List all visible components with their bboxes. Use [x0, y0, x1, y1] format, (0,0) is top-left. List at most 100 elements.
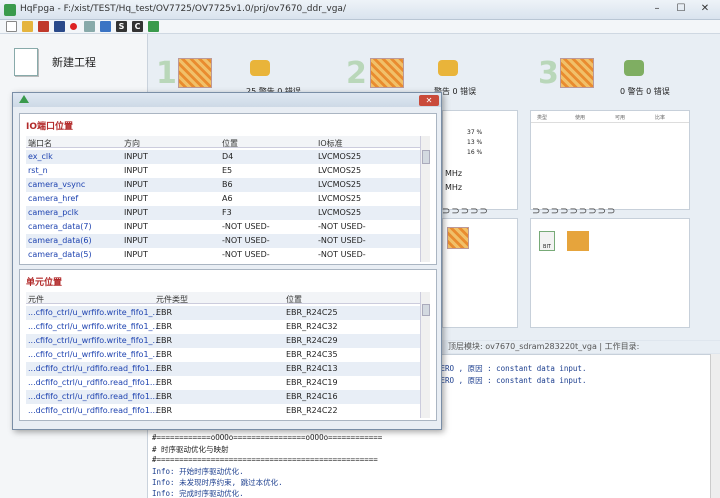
- timing-icon[interactable]: [447, 227, 469, 249]
- app-icon: [4, 4, 16, 16]
- table-cell: INPUT: [124, 166, 148, 175]
- io-section: IO端口位置 端口名 方向 位置 IO标准 ex_clk INPUT D4 LVCMO…: [19, 113, 437, 265]
- table-row[interactable]: ...dcfifo_ctrl/u_rdfifo.read_fifo1... EBR…: [26, 376, 420, 390]
- message-icon: [250, 60, 270, 76]
- table-row[interactable]: ...cfifo_ctrl/u_wrfifo.write_fifo1_... EB…: [26, 320, 420, 334]
- table-cell: E5: [222, 166, 233, 175]
- save-icon[interactable]: [100, 21, 111, 32]
- cell-table-header: 元件 元件类型 位置: [26, 292, 420, 304]
- table-row[interactable]: ...cfifo_ctrl/u_wrfifo.write_fifo1_... EB…: [26, 348, 420, 362]
- table-cell: EBR_R24C29: [286, 336, 338, 345]
- close-button[interactable]: ✕: [694, 2, 716, 16]
- step-3-stats: 0 警告 0 错误: [620, 87, 670, 96]
- table-cell: INPUT: [124, 250, 148, 259]
- s-icon[interactable]: S: [116, 21, 127, 32]
- table-cell: LVCMOS25: [318, 166, 362, 175]
- utilization-card: 类型 使用 可用 比率: [530, 110, 690, 210]
- table-cell: ...cfifo_ctrl/u_wrfifo.write_fifo1_...: [28, 322, 161, 331]
- table-cell: ...cfifo_ctrl/u_wrfifo.write_fifo1_...: [28, 336, 161, 345]
- cell-section-title: 单元位置: [26, 278, 63, 288]
- timing-card: [442, 218, 518, 328]
- flag-red-icon[interactable]: [38, 21, 49, 32]
- window-titlebar: HqFpga - F:/xist/TEST/Hq_test/OV7725/OV7…: [0, 0, 720, 20]
- table-row[interactable]: ...cfifo_ctrl/u_wrfifo.write_fifo1_... EB…: [26, 334, 420, 348]
- info-bar: 顶层模块: ov7670_sdram283220t_vga | 工作目录:: [448, 341, 720, 353]
- table-cell: -NOT USED-: [222, 250, 270, 259]
- table-cell: EBR_R24C19: [286, 378, 338, 387]
- table-cell: camera_data(7): [28, 222, 92, 231]
- table-row[interactable]: camera_data(7) INPUT -NOT USED- -NOT USED-: [26, 220, 420, 234]
- table-cell: camera_data(5): [28, 250, 92, 259]
- table-cell: EBR_R24C13: [286, 364, 338, 373]
- table-row[interactable]: ...dcfifo_ctrl/u_rdfifo.read_fifo1... EBR…: [26, 390, 420, 404]
- table-row[interactable]: ...dcfifo_ctrl/u_rdfifo.read_fifo1... EBR…: [26, 362, 420, 376]
- table-cell: EBR: [156, 308, 173, 317]
- new-file-icon[interactable]: [6, 21, 17, 32]
- new-project-label[interactable]: 新建工程: [52, 54, 96, 70]
- cell-scrollbar[interactable]: [420, 292, 430, 418]
- table-row[interactable]: ex_clk INPUT D4 LVCMOS25: [26, 150, 420, 164]
- minimize-button[interactable]: –: [646, 2, 668, 16]
- table-cell: EBR_R24C16: [286, 392, 338, 401]
- table-cell: -NOT USED-: [222, 236, 270, 245]
- table-cell: -NOT USED-: [318, 222, 366, 231]
- table-cell: -NOT USED-: [222, 222, 270, 231]
- table-cell: EBR_R24C35: [286, 350, 338, 359]
- table-cell: INPUT: [124, 180, 148, 189]
- table-cell: camera_href: [28, 194, 79, 203]
- tool-icon[interactable]: [84, 21, 95, 32]
- download-icon[interactable]: [567, 231, 589, 251]
- table-row[interactable]: camera_href INPUT A6 LVCMOS25: [26, 192, 420, 206]
- c-icon[interactable]: C: [132, 21, 143, 32]
- io-table-header: 端口名 方向 位置 IO标准: [26, 136, 420, 148]
- table-cell: ...dcfifo_ctrl/u_rdfifo.read_fifo1...: [28, 364, 158, 373]
- message-icon: [438, 60, 458, 76]
- table-cell: LVCMOS25: [318, 152, 362, 161]
- table-cell: -NOT USED-: [318, 250, 366, 259]
- bitstream-card: BIT: [530, 218, 690, 328]
- step-2-number: 2: [346, 56, 367, 91]
- table-cell: ...cfifo_ctrl/u_wrfifo.write_fifo1_...: [28, 350, 161, 359]
- record-icon[interactable]: [70, 23, 77, 30]
- table-cell: B6: [222, 180, 233, 189]
- bitstream-icon[interactable]: [560, 58, 594, 88]
- table-cell: EBR: [156, 322, 173, 331]
- placement-dialog: ✕ IO端口位置 端口名 方向 位置 IO标准 ex_clk INPUT D4 LVC…: [12, 92, 442, 430]
- table-row[interactable]: ...dcfifo_ctrl/u_rdfifo.read_fifo1... EBR…: [26, 404, 420, 418]
- io-scrollbar[interactable]: [420, 136, 430, 262]
- table-row[interactable]: camera_data(6) INPUT -NOT USED- -NOT USED-: [26, 234, 420, 248]
- table-row[interactable]: camera_data(5) INPUT -NOT USED- -NOT USED-: [26, 248, 420, 262]
- dialog-close-button[interactable]: ✕: [419, 95, 439, 106]
- synthesis-icon[interactable]: [178, 58, 212, 88]
- table-row[interactable]: rst_n INPUT E5 LVCMOS25: [26, 164, 420, 178]
- table-cell: EBR_R24C32: [286, 322, 338, 331]
- new-project-icon[interactable]: [14, 48, 38, 76]
- place-route-icon[interactable]: [370, 58, 404, 88]
- open-folder-icon[interactable]: [22, 21, 33, 32]
- table-cell: EBR: [156, 364, 173, 373]
- maximize-button[interactable]: ☐: [670, 2, 692, 16]
- chart-icon[interactable]: [148, 21, 159, 32]
- table-cell: camera_data(6): [28, 236, 92, 245]
- table-cell: EBR_R24C22: [286, 406, 338, 415]
- console-scrollbar[interactable]: [710, 354, 720, 498]
- table-cell: camera_pclk: [28, 208, 79, 217]
- flag-uk-icon[interactable]: [54, 21, 65, 32]
- window-title: HqFpga - F:/xist/TEST/Hq_test/OV7725/OV7…: [20, 4, 346, 14]
- dialog-titlebar: ✕: [13, 93, 441, 107]
- table-cell: ...dcfifo_ctrl/u_rdfifo.read_fifo1...: [28, 378, 158, 387]
- table-cell: camera_vsync: [28, 180, 86, 189]
- table-row[interactable]: ...cfifo_ctrl/u_wrfifo.write_fifo1_... EB…: [26, 306, 420, 320]
- table-cell: EBR: [156, 378, 173, 387]
- table-cell: EBR: [156, 406, 173, 415]
- table-row[interactable]: camera_vsync INPUT B6 LVCMOS25: [26, 178, 420, 192]
- table-cell: ...cfifo_ctrl/u_wrfifo.write_fifo1_...: [28, 308, 161, 317]
- bit-file-icon[interactable]: BIT: [539, 231, 555, 251]
- table-cell: F3: [222, 208, 232, 217]
- table-cell: ...dcfifo_ctrl/u_rdfifo.read_fifo1...: [28, 406, 158, 415]
- table-cell: INPUT: [124, 194, 148, 203]
- table-row[interactable]: camera_pclk INPUT F3 LVCMOS25: [26, 206, 420, 220]
- table-cell: EBR_R24C25: [286, 308, 338, 317]
- toolbar: S C: [0, 20, 720, 34]
- table-cell: INPUT: [124, 222, 148, 231]
